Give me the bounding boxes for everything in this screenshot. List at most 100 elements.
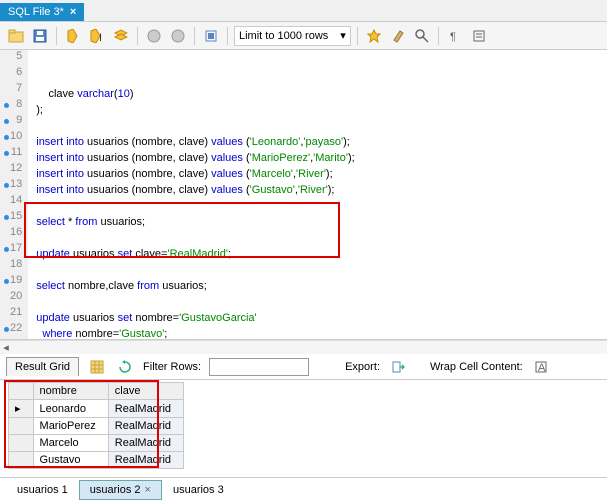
cell[interactable]: RealMadrid [108,435,183,452]
gutter-line: 7 [10,82,22,98]
code-line[interactable]: update usuarios set clave='RealMadrid'; [36,246,607,262]
editor-toolbar: I Limit to 1000 rows ▾ ¶ [0,22,607,50]
gutter-line: 14 [10,194,22,210]
open-file-button[interactable] [6,26,26,46]
code-line[interactable]: clave varchar(10) [36,86,607,102]
line-gutter: 5678910111213141516171819202122232425 [0,50,28,339]
result-tab-label: usuarios 3 [173,484,224,496]
row-handle[interactable] [9,435,34,452]
gutter-line: 15 [10,210,22,226]
gutter-line: 16 [10,226,22,242]
autocommit-button[interactable] [201,26,221,46]
code-area[interactable]: clave varchar(10)); insert into usuarios … [28,50,607,339]
svg-text:¶: ¶ [450,31,456,43]
code-line[interactable]: update usuarios set nombre='GustavoGarci… [36,310,607,326]
toolbar-separator [357,27,358,45]
gutter-line: 6 [10,66,22,82]
snippets-button[interactable] [469,26,489,46]
close-icon[interactable]: × [70,6,76,18]
code-line[interactable]: insert into usuarios (nombre, clave) val… [36,166,607,182]
gutter-line: 20 [10,290,22,306]
explain-button[interactable] [111,26,131,46]
execute-current-button[interactable]: I [87,26,107,46]
code-line[interactable] [36,198,607,214]
gutter-line: 17 [10,242,22,258]
result-tab[interactable]: usuarios 2 × [79,480,162,500]
toggle-invisible-button[interactable]: ¶ [445,26,465,46]
result-tab-label: usuarios 1 [17,484,68,496]
code-line[interactable]: insert into usuarios (nombre, clave) val… [36,150,607,166]
code-line[interactable]: select nombre,clave from usuarios; [36,278,607,294]
gutter-line: 22 [10,322,22,338]
code-line[interactable]: select * from usuarios; [36,214,607,230]
code-line[interactable]: insert into usuarios (nombre, clave) val… [36,134,607,150]
find-button[interactable] [412,26,432,46]
table-row[interactable]: MarceloRealMadrid [9,435,184,452]
limit-rows-label: Limit to 1000 rows [239,30,328,42]
cell[interactable]: RealMadrid [108,400,183,418]
toolbar-separator [137,27,138,45]
commit-button[interactable] [168,26,188,46]
gutter-line: 9 [10,114,22,130]
code-line[interactable] [36,294,607,310]
code-line[interactable]: where nombre='Gustavo'; [36,326,607,340]
row-handle[interactable]: ▸ [9,400,34,418]
cell[interactable]: RealMadrid [108,418,183,435]
cell[interactable]: Gustavo [33,452,108,469]
export-button[interactable] [388,357,408,377]
limit-rows-select[interactable]: Limit to 1000 rows ▾ [234,26,351,46]
code-line[interactable]: insert into usuarios (nombre, clave) val… [36,182,607,198]
beautify-button[interactable] [364,26,384,46]
scroll-left-icon[interactable]: ◂ [0,341,12,354]
row-handle[interactable] [9,452,34,469]
gutter-line: 8 [10,98,22,114]
cell[interactable]: MarioPerez [33,418,108,435]
cell[interactable]: RealMadrid [108,452,183,469]
result-grid[interactable]: nombreclave▸LeonardoRealMadridMarioPerez… [8,382,184,469]
result-grid-tab[interactable]: Result Grid [6,357,79,376]
wrap-cell-button[interactable]: A [531,357,551,377]
gutter-line: 5 [10,50,22,66]
gutter-line: 21 [10,306,22,322]
code-line[interactable]: ); [36,102,607,118]
result-tab[interactable]: usuarios 1 [6,480,79,500]
result-tab[interactable]: usuarios 3 [162,480,235,500]
table-row[interactable]: GustavoRealMadrid [9,452,184,469]
svg-text:I: I [99,32,102,43]
execute-button[interactable] [63,26,83,46]
code-line[interactable] [36,118,607,134]
column-header[interactable]: clave [108,383,183,400]
svg-text:A: A [538,362,546,374]
file-tab-label: SQL File 3* [8,6,64,18]
row-handle-header [9,383,34,400]
table-row[interactable]: ▸LeonardoRealMadrid [9,400,184,418]
result-grid-label: Result Grid [15,361,70,373]
gutter-line: 18 [10,258,22,274]
file-tab[interactable]: SQL File 3* × [0,3,84,21]
toolbar-separator [438,27,439,45]
sql-editor[interactable]: 5678910111213141516171819202122232425 cl… [0,50,607,340]
gutter-line: 11 [10,146,22,162]
horizontal-scrollbar[interactable]: ◂ [0,340,607,354]
chevron-down-icon: ▾ [340,29,346,42]
code-line[interactable] [36,262,607,278]
result-grid-icon[interactable] [87,357,107,377]
refresh-icon[interactable] [115,357,135,377]
cell[interactable]: Marcelo [33,435,108,452]
gutter-line: 12 [10,162,22,178]
brush-button[interactable] [388,26,408,46]
export-label: Export: [345,361,380,373]
stop-button[interactable] [144,26,164,46]
cell[interactable]: Leonardo [33,400,108,418]
table-row[interactable]: MarioPerezRealMadrid [9,418,184,435]
gutter-line: 13 [10,178,22,194]
filter-rows-input[interactable] [209,358,309,376]
row-handle[interactable] [9,418,34,435]
result-tab-label: usuarios 2 [90,484,141,496]
column-header[interactable]: nombre [33,383,108,400]
code-line[interactable] [36,230,607,246]
save-button[interactable] [30,26,50,46]
result-grid-area: nombreclave▸LeonardoRealMadridMarioPerez… [0,380,607,477]
filter-rows-label: Filter Rows: [143,361,201,373]
close-icon[interactable]: × [145,484,151,496]
